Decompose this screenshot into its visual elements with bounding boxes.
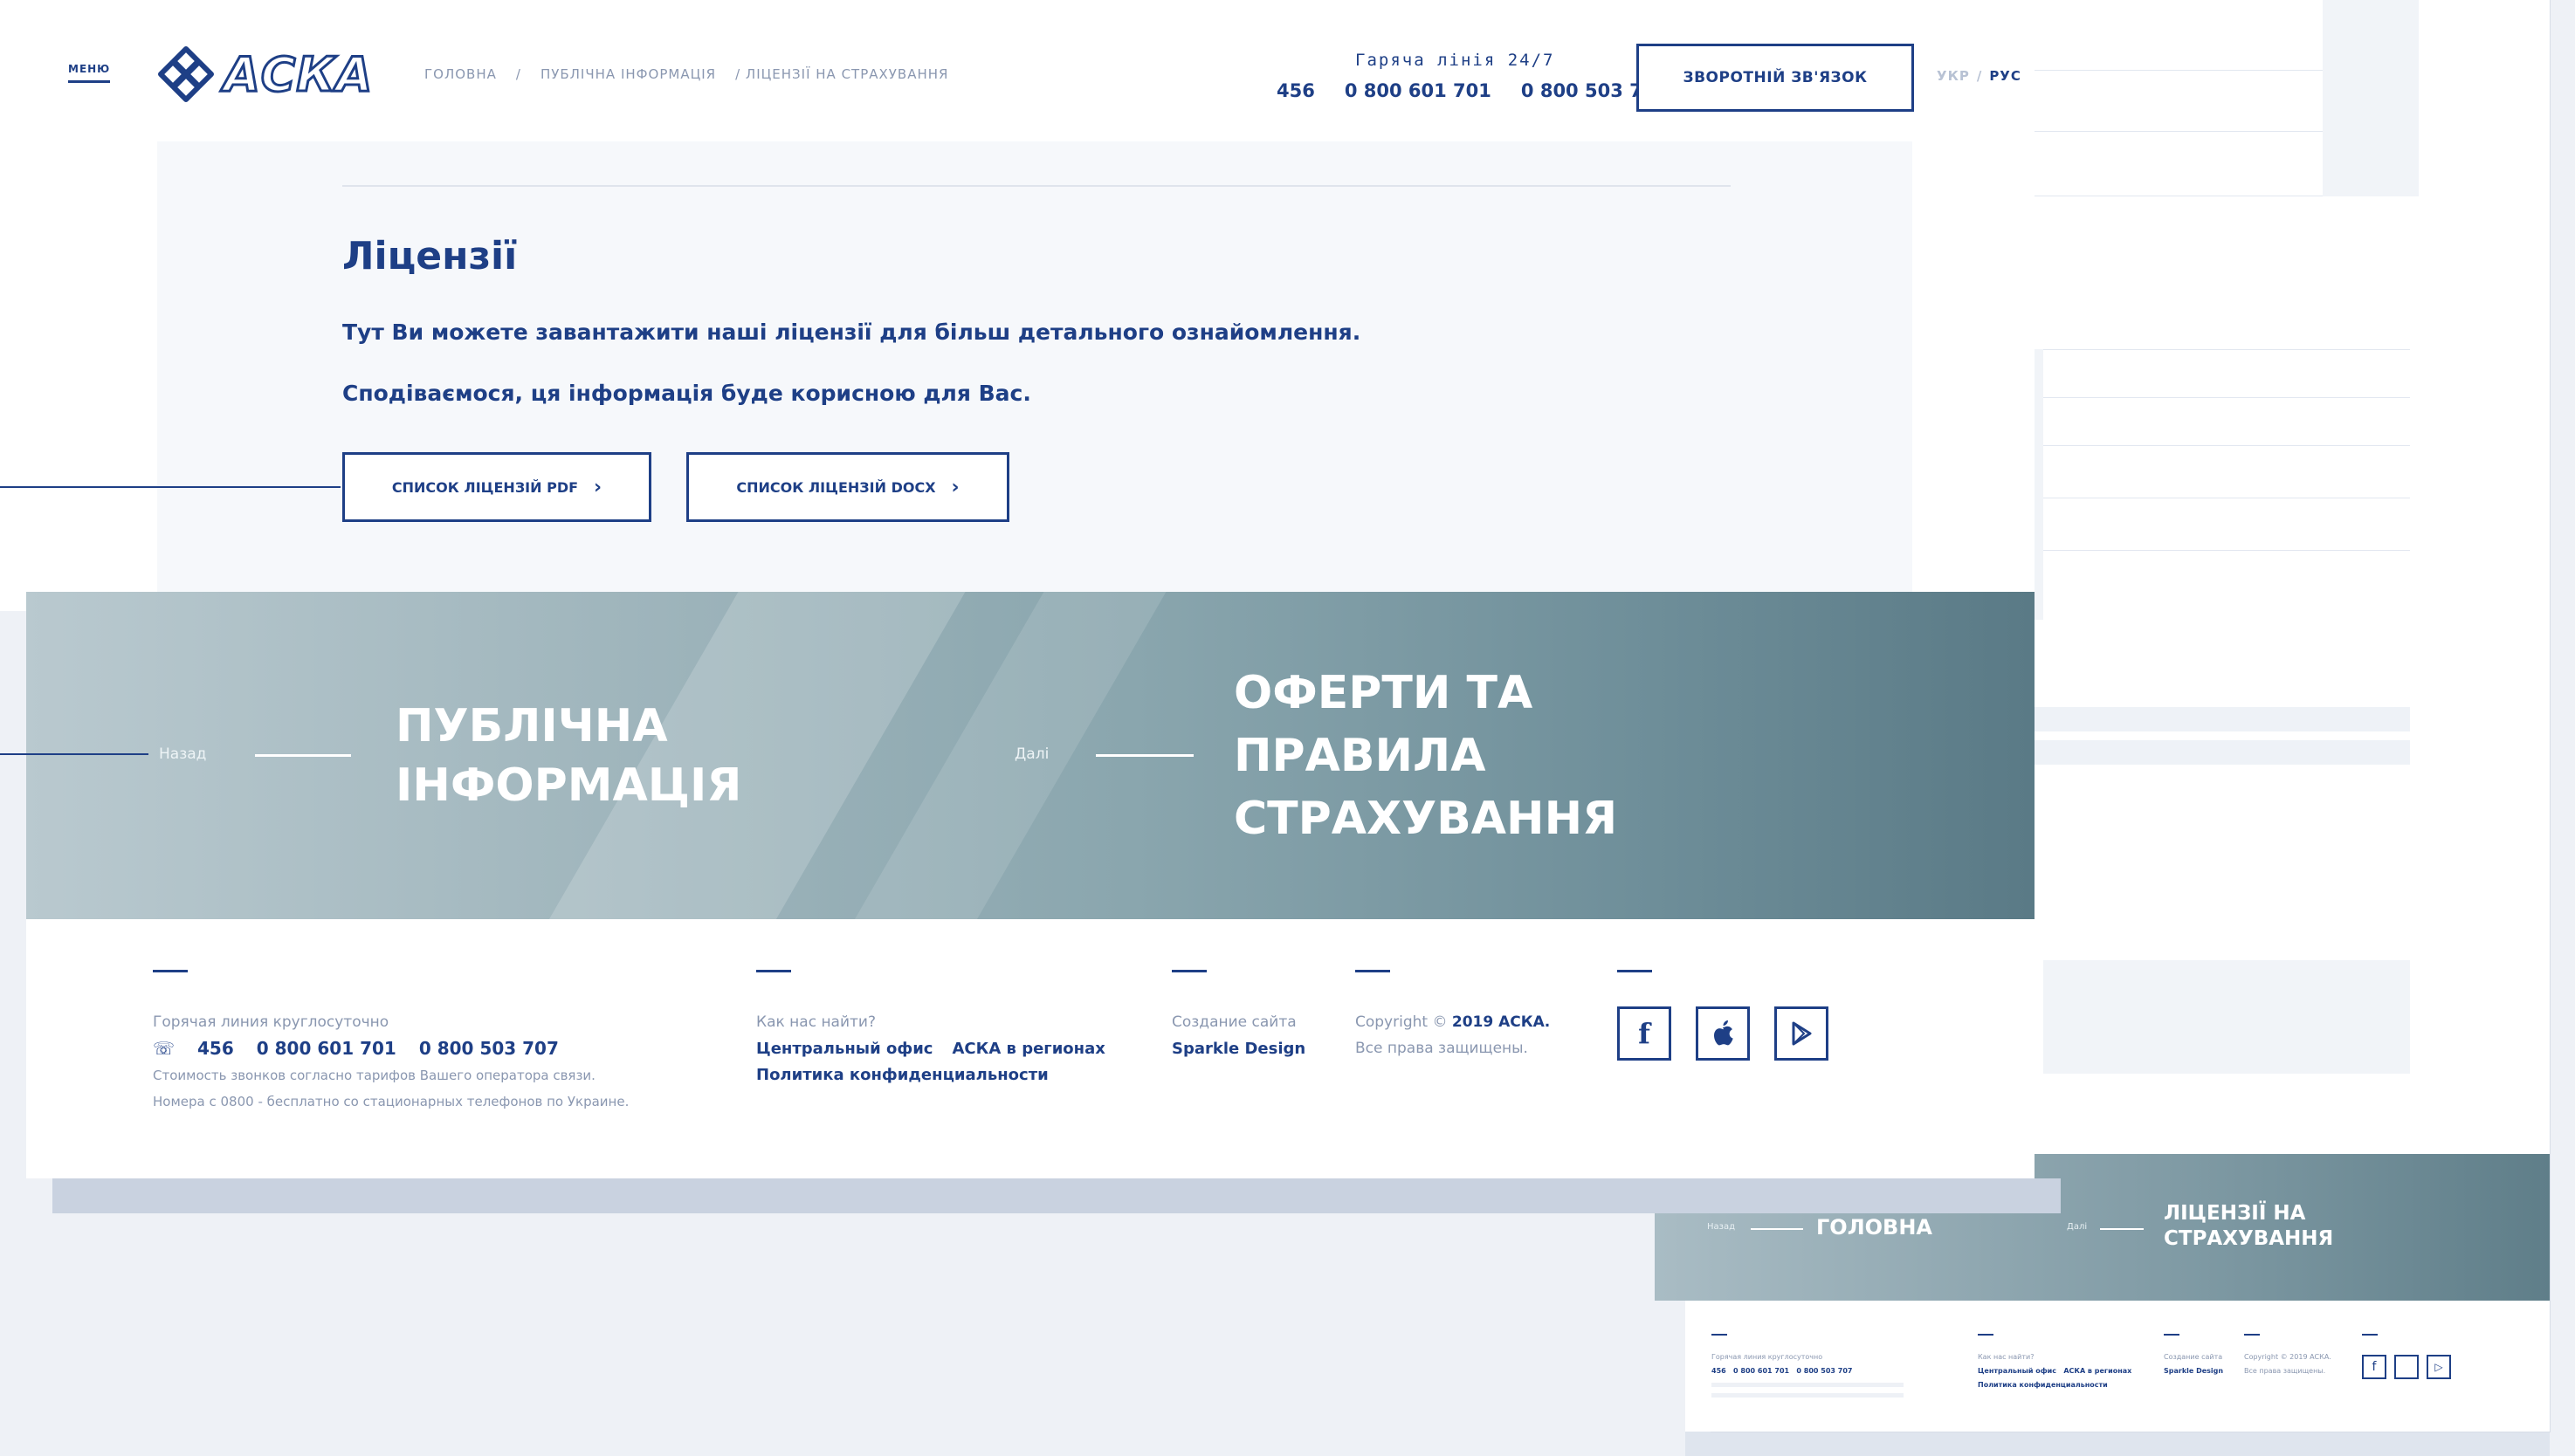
download-docx-label: СПИСОК ЛІЦЕНЗІЙ DOCX: [736, 478, 936, 496]
background-prev-label: Назад: [1707, 1222, 1736, 1232]
apple-glyph: [1714, 1020, 1733, 1046]
footer-dash-3: [1172, 970, 1207, 972]
background-footer-copyright: Copyright © 2019 АСКА.: [2244, 1353, 2331, 1361]
background-footer-privacy[interactable]: Политика конфиденциальности: [1978, 1381, 2108, 1389]
footer-dash-5: [1617, 970, 1652, 972]
language-switch: УКР / РУС: [1937, 68, 2021, 84]
prev-label: Назад: [159, 745, 207, 763]
footer-cost-note: Стоимость звонков согласно тарифов Вашег…: [153, 1068, 596, 1083]
lang-rus[interactable]: РУС: [1989, 68, 2021, 84]
hotline-label: Гаряча лінія 24/7: [1355, 51, 1555, 70]
footer-rights: Все права защищены.: [1355, 1040, 1528, 1057]
annotation-line-bottom: [0, 753, 148, 755]
background-play-icon[interactable]: ▷: [2427, 1355, 2451, 1379]
breadcrumb-current: / ЛІЦЕНЗІЇ НА СТРАХУВАННЯ: [735, 66, 949, 82]
footer: Горячая линия круглосуточно ☏ 456 0 800 …: [26, 919, 2035, 1178]
next-link[interactable]: ОФЕРТИ ТА ПРАВИЛА СТРАХУВАННЯ: [1234, 662, 1617, 850]
next-title-line-1: ОФЕРТИ ТА: [1234, 667, 1533, 719]
breadcrumb-public-info[interactable]: ПУБЛІЧНА ІНФОРМАЦІЯ: [540, 66, 716, 82]
background-next-title-1[interactable]: ЛІЦЕНЗІЇ НА: [2164, 1202, 2305, 1225]
breadcrumb-home[interactable]: ГОЛОВНА: [424, 66, 497, 82]
chevron-right-icon: ›: [951, 476, 960, 498]
breadcrumb-separator: /: [515, 66, 521, 82]
phone-icon: ☏: [153, 1038, 176, 1059]
phone-short[interactable]: 456: [1277, 80, 1315, 101]
chevron-right-icon: ›: [594, 476, 602, 498]
footer-copyright-year: 2019 АСКА.: [1451, 1013, 1551, 1031]
footer-phones: ☏ 456 0 800 601 701 0 800 503 707: [153, 1038, 559, 1059]
background-footer-rights: Все права защищены.: [2244, 1367, 2326, 1375]
background-footer-hotline: Горячая линия круглосуточно: [1711, 1353, 1823, 1361]
hotline-phones: 456 0 800 601 701 0 800 503 707: [1277, 80, 1668, 101]
footer-phone-2[interactable]: 0 800 503 707: [419, 1038, 559, 1059]
footer-central-office-link[interactable]: Центральный офис: [756, 1040, 933, 1058]
prev-title-line-2: ІНФОРМАЦІЯ: [396, 759, 742, 812]
background-footer-links[interactable]: Центральный офис АСКА в регионах: [1978, 1367, 2131, 1375]
main-page-shadow: [52, 1178, 2061, 1213]
facebook-icon[interactable]: f: [1617, 1006, 1671, 1061]
lang-separator: /: [1976, 68, 1983, 84]
breadcrumb: ГОЛОВНА / ПУБЛІЧНА ІНФОРМАЦІЯ / ЛІЦЕНЗІЇ…: [424, 66, 948, 82]
next-dash: [1096, 754, 1194, 757]
logo-emblem-icon: [158, 46, 214, 102]
background-next-label: Далі: [2067, 1222, 2088, 1232]
note-text: Сподіваємося, ця інформація буде корисно…: [342, 381, 1031, 406]
footer-created-label: Создание сайта: [1172, 1013, 1297, 1031]
footer-copyright-prefix: Copyright ©: [1355, 1013, 1452, 1031]
background-next-title-2[interactable]: СТРАХУВАННЯ: [2164, 1227, 2333, 1250]
page-title: Ліцензії: [342, 234, 518, 278]
footer-copyright: Copyright © 2019 АСКА.: [1355, 1013, 1550, 1031]
content-divider: [342, 185, 1731, 187]
play-glyph: [1792, 1021, 1812, 1046]
next-label: Далі: [1015, 745, 1050, 763]
download-pdf-label: СПИСОК ЛІЦЕНЗІЙ PDF: [391, 478, 579, 496]
background-next-dash: [2100, 1228, 2144, 1230]
background-footer: Горячая линия круглосуточно 456 0 800 60…: [1685, 1301, 2550, 1432]
footer-dash-1: [153, 970, 188, 972]
background-facebook-icon[interactable]: f: [2362, 1355, 2386, 1379]
background-footer-phones: 456 0 800 601 701 0 800 503 707: [1711, 1367, 1853, 1375]
footer-phone-1[interactable]: 0 800 601 701: [257, 1038, 396, 1059]
prev-dash: [255, 754, 351, 757]
footer-dash-2: [756, 970, 791, 972]
download-docx-button[interactable]: СПИСОК ЛІЦЕНЗІЙ DOCX ›: [686, 452, 1009, 522]
background-prev-dash: [1751, 1228, 1803, 1230]
callback-button[interactable]: ЗВОРОТНІЙ ЗВ'ЯЗОК: [1636, 44, 1914, 112]
annotation-line-top: [0, 486, 341, 488]
background-prev-title[interactable]: ГОЛОВНА: [1816, 1215, 1932, 1240]
next-title-line-2: ПРАВИЛА: [1234, 730, 1486, 782]
footer-privacy-link[interactable]: Политика конфиденциальности: [756, 1066, 1049, 1084]
background-footer-created-label: Создание сайта: [2164, 1353, 2223, 1361]
prev-title-line-1: ПУБЛІЧНА: [396, 700, 668, 752]
play-icon[interactable]: [1774, 1006, 1828, 1061]
nav-banner: Назад ПУБЛІЧНА ІНФОРМАЦІЯ Далі ОФЕРТИ ТА…: [26, 592, 2035, 919]
footer-find-us: Как нас найти?: [756, 1013, 876, 1031]
header: МЕНЮ АСКА ГОЛОВНА / ПУБЛІЧНА ІНФОРМАЦІЯ …: [0, 26, 2035, 122]
lang-ukr[interactable]: УКР: [1937, 68, 1970, 84]
lead-text: Тут Ви можете завантажити наші ліцензії …: [342, 319, 1361, 345]
footer-free-note: Номера с 0800 - бесплатно со стационарны…: [153, 1094, 630, 1109]
content-card: Ліцензії Тут Ви можете завантажити наші …: [157, 141, 1912, 617]
footer-phone-short[interactable]: 456: [197, 1038, 234, 1059]
menu-button[interactable]: МЕНЮ: [68, 63, 111, 83]
footer-created-by-link[interactable]: Sparkle Design: [1172, 1040, 1305, 1058]
background-apple-icon[interactable]: [2394, 1355, 2419, 1379]
logo-text: АСКА: [222, 46, 374, 104]
phone-1[interactable]: 0 800 601 701: [1345, 80, 1491, 101]
background-footer-created-by[interactable]: Sparkle Design: [2164, 1367, 2223, 1375]
prev-link[interactable]: ПУБЛІЧНА ІНФОРМАЦІЯ: [396, 697, 741, 815]
logo[interactable]: АСКА: [155, 44, 400, 105]
footer-hotline-label: Горячая линия круглосуточно: [153, 1013, 389, 1031]
footer-regions-link[interactable]: АСКА в регионах: [952, 1040, 1105, 1058]
apple-icon[interactable]: [1696, 1006, 1750, 1061]
background-footer-find-us: Как нас найти?: [1978, 1353, 2035, 1361]
background-table-bottom: [2043, 960, 2410, 1074]
footer-dash-4: [1355, 970, 1390, 972]
footer-office-links: Центральный офис АСКА в регионах: [756, 1040, 1105, 1058]
download-pdf-button[interactable]: СПИСОК ЛІЦЕНЗІЙ PDF ›: [342, 452, 651, 522]
next-title-line-3: СТРАХУВАННЯ: [1234, 793, 1618, 845]
